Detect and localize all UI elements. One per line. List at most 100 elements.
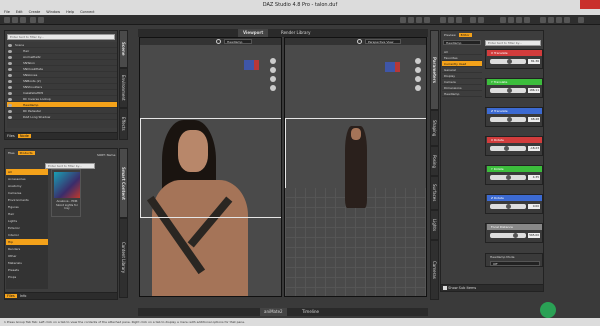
maximize-button[interactable] <box>566 0 580 9</box>
tool-icon[interactable] <box>556 17 562 23</box>
tool-icon[interactable] <box>548 17 554 23</box>
rotate-tool-icon[interactable] <box>408 17 414 23</box>
close-button[interactable] <box>580 0 600 9</box>
slider-knob[interactable] <box>507 88 513 93</box>
category-item[interactable]: Hair <box>6 211 48 218</box>
translate-tool-icon[interactable] <box>416 17 422 23</box>
pan-icon[interactable] <box>415 67 421 73</box>
camera-select[interactable]: Headlamp <box>224 39 252 44</box>
search-icon[interactable] <box>216 39 221 44</box>
slider-track[interactable] <box>490 175 526 180</box>
headlamp-mode-select[interactable]: Off <box>490 261 540 266</box>
tab-editor[interactable]: Editor <box>458 33 472 37</box>
product-item[interactable]: Anakova - HDR Skoot Lights for Iray <box>51 169 81 217</box>
redo-icon[interactable] <box>38 17 44 23</box>
scene-tab-node[interactable]: Node <box>17 134 31 138</box>
iray-icon[interactable] <box>456 17 462 23</box>
scene-row[interactable]: DAZ Long Shadow <box>7 114 117 120</box>
camera-select[interactable]: Perspective View <box>365 39 401 44</box>
products-bottom-files[interactable]: Files <box>5 294 17 298</box>
tab-preview[interactable]: Preview <box>442 33 458 37</box>
search-icon[interactable] <box>357 39 362 44</box>
tab-effects[interactable]: Effects <box>119 108 128 140</box>
category-item[interactable]: Hip <box>6 239 48 246</box>
slider-value-field[interactable]: 4.35 <box>528 175 540 180</box>
viewport-left[interactable]: Headlamp <box>139 37 282 297</box>
undo-icon[interactable] <box>30 17 36 23</box>
scene-search-input[interactable]: Enter text to filter by... <box>7 34 115 40</box>
slider-knob[interactable] <box>512 233 518 238</box>
category-item[interactable]: Accessories <box>6 176 48 183</box>
tool-icon[interactable] <box>508 17 514 23</box>
tab-viewport[interactable]: Viewport <box>238 29 269 37</box>
tab-shaping[interactable]: Shaping <box>430 110 439 146</box>
show-sub-items-checkbox[interactable] <box>443 286 447 290</box>
category-item[interactable]: Materials <box>6 260 48 267</box>
tool-icon[interactable] <box>540 17 546 23</box>
visibility-icon[interactable] <box>8 67 12 71</box>
visibility-icon[interactable] <box>8 43 12 47</box>
parameters-search-input[interactable]: Enter text to filter by... <box>485 40 541 46</box>
slider-knob[interactable] <box>505 175 511 180</box>
category-item[interactable]: Cameras <box>6 190 48 197</box>
slider-knob[interactable] <box>507 117 513 122</box>
slider-track[interactable] <box>490 146 526 151</box>
visibility-icon[interactable] <box>8 85 12 89</box>
tab-smart-content[interactable]: Smart Content <box>119 148 128 218</box>
node-select[interactable]: Headlamp <box>443 40 481 45</box>
category-item[interactable]: Exterior <box>6 225 48 232</box>
visibility-icon[interactable] <box>8 103 12 107</box>
new-icon[interactable] <box>4 17 10 23</box>
dolly-icon[interactable] <box>415 85 421 91</box>
category-item[interactable]: All <box>6 169 48 176</box>
slider-knob[interactable] <box>503 146 509 151</box>
slider-track[interactable] <box>490 204 526 209</box>
pan-icon[interactable] <box>270 67 276 73</box>
tab-animate2[interactable]: aniMate2 <box>260 308 287 316</box>
category-item[interactable]: Renders <box>6 246 48 253</box>
tab-timeline[interactable]: Timeline <box>298 308 323 316</box>
slider-value-field[interactable]: 186.11 <box>528 88 540 93</box>
orbit-icon[interactable] <box>270 58 276 64</box>
category-item[interactable]: Interior <box>6 232 48 239</box>
tool-icon[interactable] <box>578 17 584 23</box>
zoom-icon[interactable] <box>270 76 276 82</box>
orbit-icon[interactable] <box>415 58 421 64</box>
tool-icon[interactable] <box>500 17 506 23</box>
open-icon[interactable] <box>12 17 18 23</box>
slider-track[interactable] <box>490 59 526 64</box>
visibility-icon[interactable] <box>8 61 12 65</box>
tab-cameras[interactable]: Cameras <box>430 240 439 300</box>
products-bottom-info[interactable]: Info <box>18 294 29 298</box>
category-item[interactable]: Figures <box>6 204 48 211</box>
visibility-icon[interactable] <box>8 49 12 53</box>
tab-parameters[interactable]: Parameters <box>430 30 439 110</box>
visibility-icon[interactable] <box>8 73 12 77</box>
products-tab-products[interactable]: Products <box>17 151 35 155</box>
category-item[interactable]: Environments <box>6 197 48 204</box>
category-item[interactable]: Anatomy <box>6 183 48 190</box>
zoom-icon[interactable] <box>415 76 421 82</box>
slider-track[interactable] <box>490 117 526 122</box>
slider-value-field[interactable]: 0.00 <box>528 204 540 209</box>
visibility-icon[interactable] <box>8 79 12 83</box>
tab-content-library[interactable]: Content Library <box>119 218 128 298</box>
tab-environment[interactable]: Environment <box>119 68 128 108</box>
visibility-icon[interactable] <box>8 97 12 101</box>
category-item[interactable]: Other <box>6 253 48 260</box>
parameter-group-item[interactable]: Headlamp <box>442 91 482 97</box>
minimize-button[interactable] <box>552 0 566 9</box>
visibility-icon[interactable] <box>8 55 12 59</box>
view-cube-icon[interactable] <box>244 60 254 70</box>
visibility-icon[interactable] <box>8 91 12 95</box>
camera-icon[interactable] <box>478 17 484 23</box>
select-tool-icon[interactable] <box>400 17 406 23</box>
slider-knob[interactable] <box>507 59 513 64</box>
slider-value-field[interactable]: 68.48 <box>528 117 540 122</box>
chat-bubble-icon[interactable] <box>540 302 556 318</box>
category-item[interactable]: Presets <box>6 267 48 274</box>
scale-tool-icon[interactable] <box>424 17 430 23</box>
scene-tab-files[interactable]: Files <box>5 134 17 138</box>
render-icon[interactable] <box>448 17 454 23</box>
slider-value-field[interactable]: 81.36 <box>528 59 540 64</box>
